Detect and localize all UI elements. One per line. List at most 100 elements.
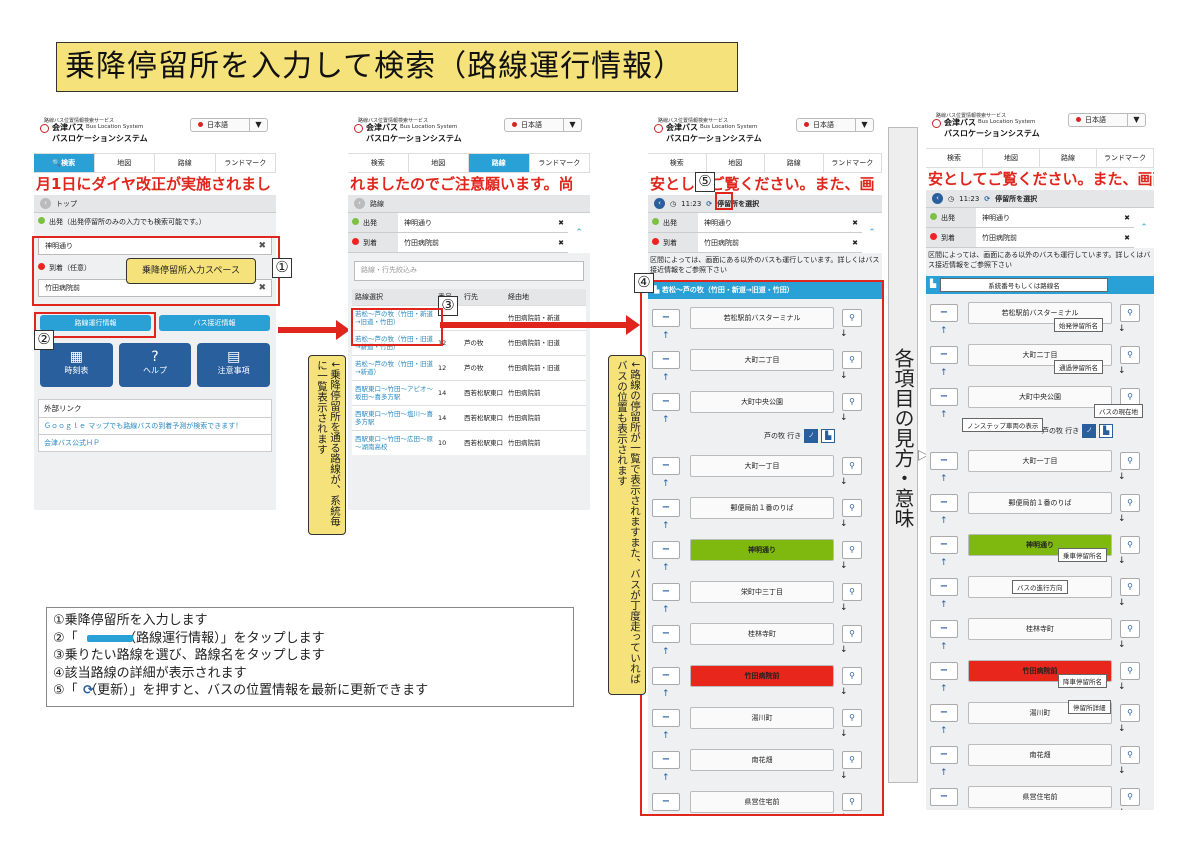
down-arrow-icon: ↓ — [1118, 640, 1126, 650]
collapse-button[interactable]: − — [930, 662, 958, 680]
clear-icon[interactable]: ✖ — [852, 233, 858, 253]
swap-icon[interactable]: ⌃ — [862, 213, 882, 253]
tab-route[interactable]: 路線 — [1040, 149, 1097, 167]
main-tabs: 検索 地図 路線 ランドマーク — [648, 153, 882, 173]
stop-detail-pin-icon[interactable]: ⚲ — [1120, 304, 1140, 322]
help-button[interactable]: ? ヘルプ — [118, 343, 192, 387]
collapse-button[interactable]: − — [930, 346, 958, 364]
language-select[interactable]: 日本語 ▼ — [190, 118, 268, 132]
stop-name[interactable]: 大町一丁目 — [968, 450, 1112, 472]
document-icon: ▤ — [227, 349, 241, 365]
clear-icon[interactable]: ✖ — [1124, 208, 1130, 228]
collapse-button[interactable]: − — [930, 388, 958, 406]
back-icon[interactable]: ‹ — [932, 193, 943, 204]
aizu-bus-logo-icon — [354, 124, 363, 133]
collapse-button[interactable]: − — [930, 304, 958, 322]
tab-search[interactable]: 検索 — [348, 154, 409, 172]
route-name[interactable]: 西駅東口～竹田～塩川～喜多方駅 — [352, 410, 438, 426]
route-name[interactable]: 若松～芦の牧（竹田・旧道→新道） — [352, 360, 438, 376]
swap-icon[interactable]: ⌃ — [1134, 208, 1154, 248]
notes-button[interactable]: ▤ 注意事項 — [197, 343, 271, 387]
tab-landmark[interactable]: ランドマーク — [216, 154, 276, 172]
breadcrumb: ‹ 路線 — [348, 195, 590, 213]
direction-label: バスの進行方向 — [1012, 580, 1068, 594]
route-name[interactable]: 西駅東口～竹田～アピオ～坂田～喜多方駅 — [352, 385, 438, 401]
step-5: ⑤「 （更新）」を押すと、バスの位置情報を最新に更新できます ⟳ — [53, 683, 429, 698]
collapse-button[interactable]: − — [930, 788, 958, 806]
stop-detail-pin-icon[interactable]: ⚲ — [1120, 452, 1140, 470]
tab-landmark[interactable]: ランドマーク — [530, 154, 590, 172]
collapse-button[interactable]: − — [930, 578, 958, 596]
aizu-bus-logo-icon — [654, 124, 663, 133]
clear-icon[interactable]: ✖ — [558, 213, 564, 233]
stop-detail-pin-icon[interactable]: ⚲ — [1120, 494, 1140, 512]
app-header: 路線バス位置情報検索サービス 会津バス Bus Location System … — [926, 110, 1154, 148]
stop-detail-pin-icon[interactable]: ⚲ — [1120, 578, 1140, 596]
collapse-button[interactable]: − — [930, 452, 958, 470]
clear-icon[interactable]: ✖ — [558, 233, 564, 253]
swap-icon[interactable]: ⌃ — [568, 213, 590, 253]
collapse-button[interactable]: − — [930, 494, 958, 512]
route-via: 竹田病院前・新道 — [508, 314, 560, 322]
stop-name[interactable]: 県営住宅前 — [968, 786, 1112, 808]
tab-landmark[interactable]: ランドマーク — [1097, 149, 1154, 167]
step-3: ③乗りたい路線を選び、路線名をタップします — [53, 648, 325, 663]
stop-detail-pin-icon[interactable]: ⚲ — [1120, 662, 1140, 680]
route-dest: 西若松駅東口 — [464, 389, 503, 397]
back-icon[interactable]: ‹ — [654, 198, 665, 209]
tab-map[interactable]: 地図 — [95, 154, 155, 172]
tab-search[interactable]: 検索 — [926, 149, 983, 167]
tab-map[interactable]: 地図 — [707, 154, 765, 172]
stop-name[interactable]: 大町中央公園 — [968, 386, 1112, 408]
route-row[interactable]: 西駅東口～竹田～アピオ～坂田～喜多方駅 14 西若松駅東口 竹田病院前 — [352, 380, 586, 405]
route-via: 竹田病院前・旧道 — [508, 364, 560, 372]
route-row[interactable]: 若松～芦の牧（竹田・旧道→新道） 12 芦の牧 竹田病院前・旧道 — [352, 355, 586, 380]
tab-search[interactable]: 検索 — [648, 154, 707, 172]
notice-ticker: れましたのでご注意願います。尚 — [348, 173, 590, 195]
back-icon[interactable]: ‹ — [40, 198, 51, 209]
stop-row: − 大町一丁目 ⚲ ↑ ↓ — [926, 448, 1154, 488]
tab-landmark[interactable]: ランドマーク — [824, 154, 882, 172]
main-tabs: 検索 地図 路線 ランドマーク — [348, 153, 590, 173]
tab-map[interactable]: 地図 — [409, 154, 469, 172]
stop-name[interactable]: 郵便局前１番のりば — [968, 492, 1112, 514]
google-maps-link[interactable]: Ｇｏｏｇｌｅ マップでも路線バスの到着予測が検索できます！ — [39, 418, 271, 435]
refresh-icon[interactable]: ⟳ — [984, 190, 990, 208]
official-site-link[interactable]: 会津バス公式ＨＰ — [39, 435, 271, 451]
collapse-button[interactable]: − — [930, 536, 958, 554]
tab-route[interactable]: 路線 — [155, 154, 216, 172]
collapse-button[interactable]: − — [930, 704, 958, 722]
back-icon[interactable]: ‹ — [354, 198, 365, 209]
tab-route[interactable]: 路線 — [469, 154, 530, 172]
stop-detail-pin-icon[interactable]: ⚲ — [1120, 536, 1140, 554]
route-select-highlight — [351, 308, 443, 346]
stop-detail-pin-icon[interactable]: ⚲ — [1120, 346, 1140, 364]
route-dest: 西若松駅東口 — [464, 414, 503, 422]
language-select[interactable]: 日本語 ▼ — [796, 118, 874, 132]
stop-detail-pin-icon[interactable]: ⚲ — [1120, 704, 1140, 722]
stop-detail-pin-icon[interactable]: ⚲ — [1120, 746, 1140, 764]
tab-search[interactable]: 🔍検索 — [34, 154, 95, 172]
clear-icon[interactable]: ✖ — [1124, 228, 1130, 248]
stop-detail-pin-icon[interactable]: ⚲ — [1120, 788, 1140, 806]
approach-info-button[interactable]: バス接近情報 — [159, 315, 270, 331]
collapse-button[interactable]: − — [930, 746, 958, 764]
language-select[interactable]: 日本語 ▼ — [504, 118, 582, 132]
collapse-button[interactable]: − — [930, 620, 958, 638]
down-arrow-icon: ↓ — [1118, 808, 1126, 810]
tab-map[interactable]: 地図 — [983, 149, 1040, 167]
route-row[interactable]: 西駅東口～竹田～塩川～喜多方駅 14 西若松駅東口 竹田病院前 — [352, 405, 586, 430]
route-row[interactable]: 西駅東口～竹田～広田～原～湖南高校 10 西若松駅東口 竹田病院前 — [352, 430, 586, 455]
language-select[interactable]: 日本語 ▼ — [1068, 113, 1146, 127]
route-filter-input[interactable]: 路線・行先絞込み — [354, 261, 584, 281]
steps-list: ①乗降停留所を入力します ②「 （路線運行情報）」をタップします ③乗りたい路線… — [46, 607, 574, 707]
refresh-icon[interactable]: ⟳ — [706, 195, 712, 213]
help-icon: ? — [151, 349, 159, 365]
clear-icon[interactable]: ✖ — [852, 213, 858, 233]
route-name[interactable]: 西駅東口～竹田～広田～原～湖南高校 — [352, 435, 438, 451]
stop-detail-pin-icon[interactable]: ⚲ — [1120, 620, 1140, 638]
stop-row: − 大町二丁目 ⚲ ↑ ↓ — [926, 342, 1154, 382]
tab-route[interactable]: 路線 — [765, 154, 824, 172]
stop-name[interactable]: 桂林寺町 — [968, 618, 1112, 640]
stop-name[interactable]: 南花畑 — [968, 744, 1112, 766]
